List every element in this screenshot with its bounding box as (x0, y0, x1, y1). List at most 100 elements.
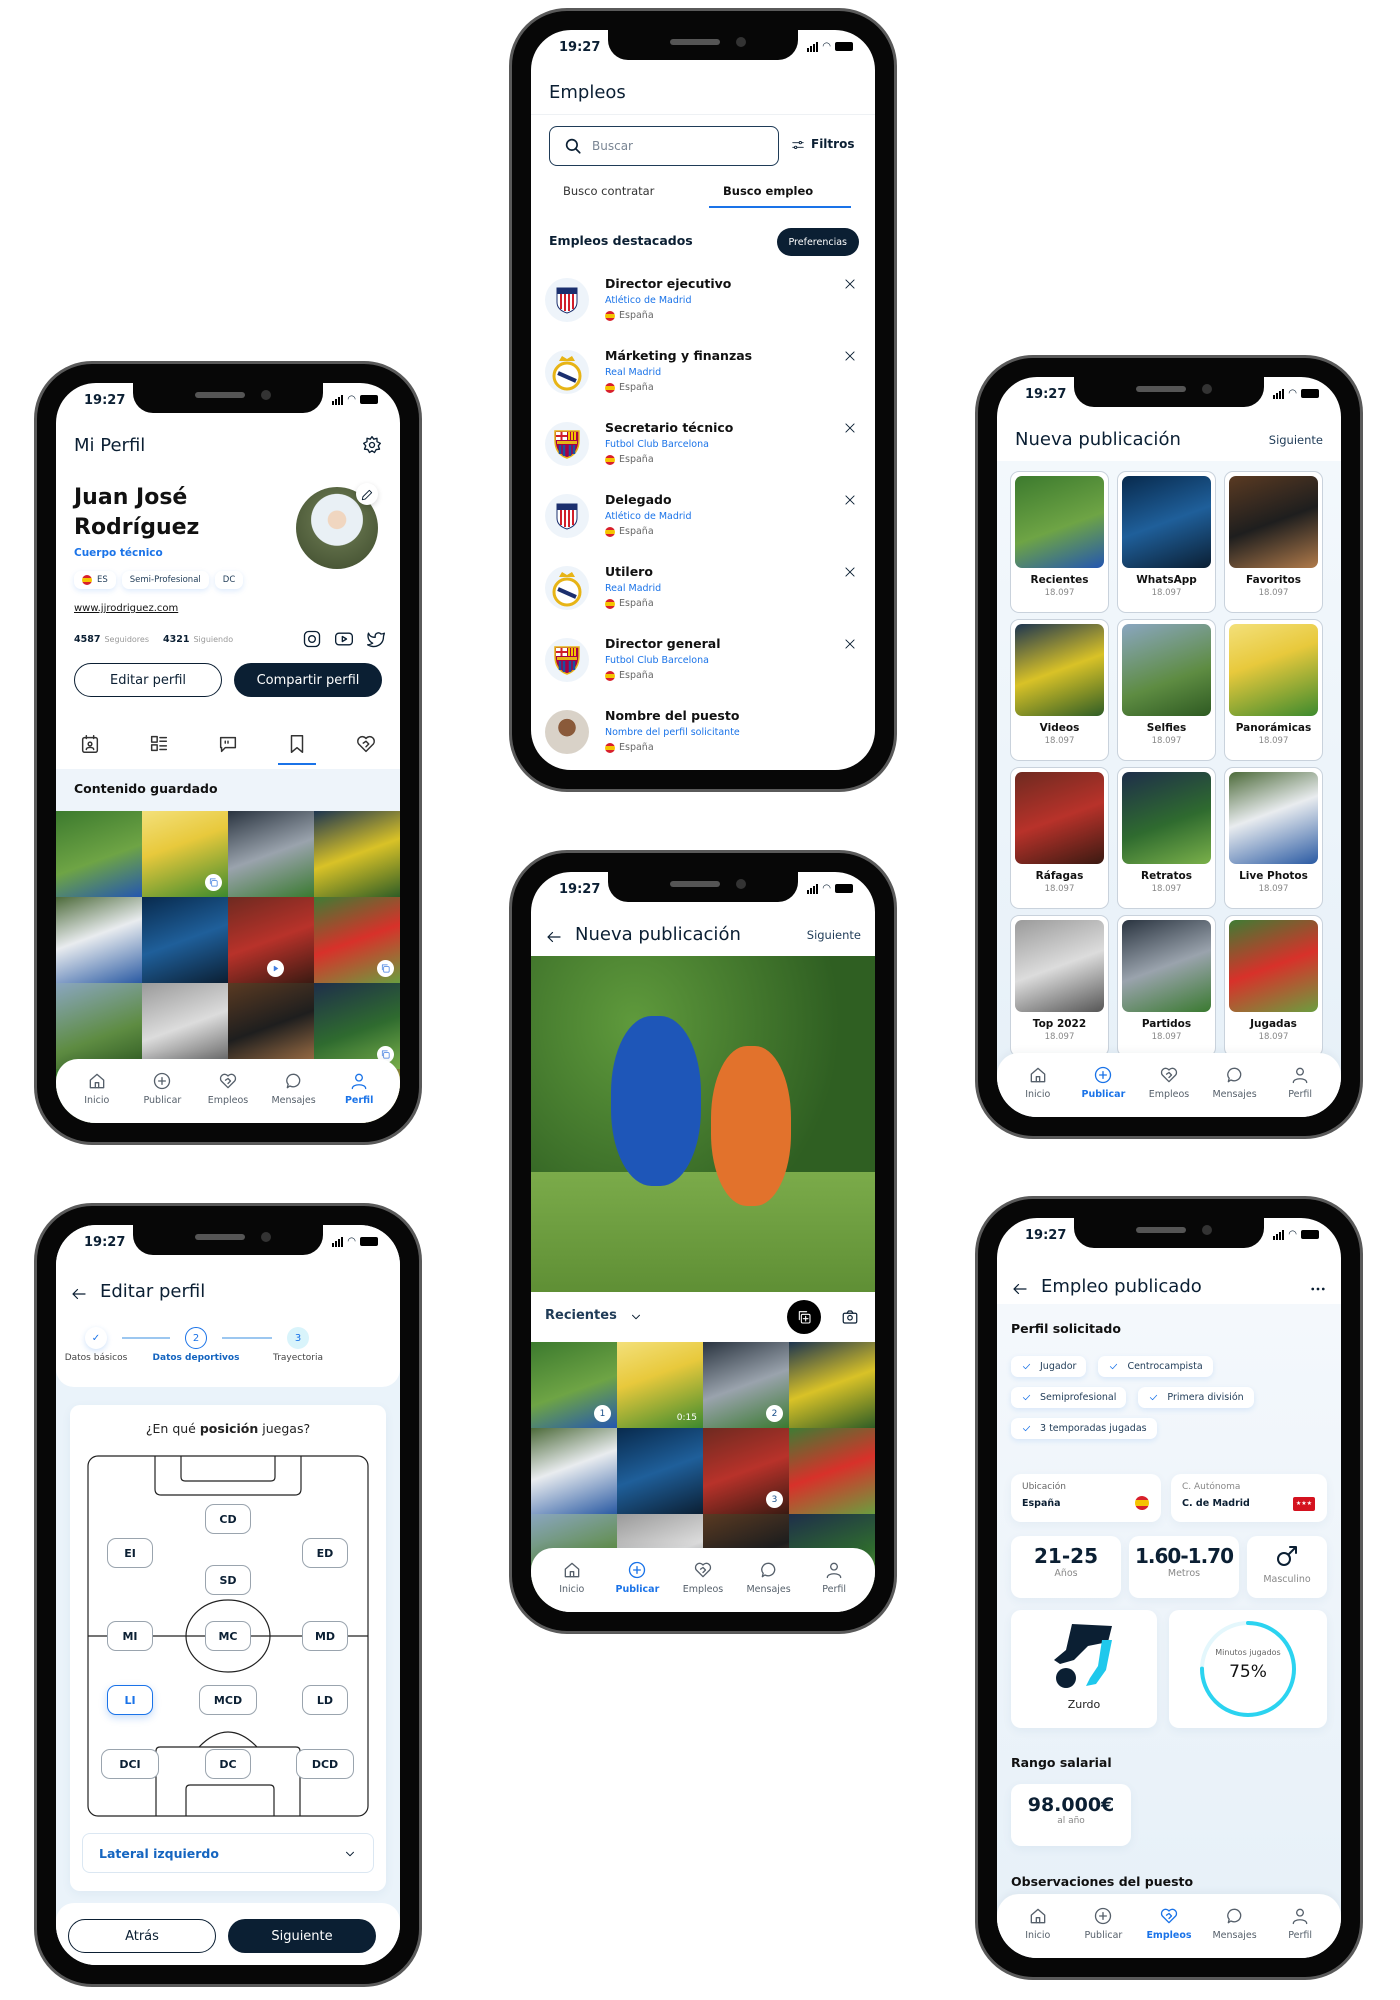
position-mc-button[interactable]: MC (205, 1621, 251, 1651)
next-button[interactable]: Siguiente (807, 928, 861, 942)
nav-item-perfil[interactable]: Perfil (1270, 1906, 1330, 1941)
tab-busco-contratar[interactable]: Busco contratar (563, 184, 654, 198)
edit-profile-button[interactable]: Editar perfil (74, 663, 222, 697)
tab-busco-empleo[interactable]: Busco empleo (723, 184, 813, 198)
nav-item-publicar[interactable]: Publicar (132, 1071, 192, 1106)
job-club[interactable]: Real Madrid (605, 367, 661, 378)
position-mcd-button[interactable]: MCD (199, 1685, 257, 1715)
close-icon[interactable] (843, 348, 857, 362)
gear-icon[interactable] (362, 435, 382, 455)
followers-label[interactable]: Seguidores (104, 635, 149, 644)
gallery-item[interactable] (789, 1428, 875, 1514)
job-club[interactable]: Atlético de Madrid (605, 295, 691, 306)
album-card[interactable]: Live Photos 18.097 (1224, 767, 1323, 909)
back-arrow-icon[interactable] (1011, 1280, 1029, 1298)
nav-item-empleos[interactable]: Empleos (673, 1560, 733, 1595)
nav-item-perfil[interactable]: Perfil (329, 1071, 389, 1106)
search-input[interactable]: Buscar (549, 126, 779, 166)
saved-item[interactable] (142, 811, 228, 897)
album-card[interactable]: Ráfagas 18.097 (1010, 767, 1109, 909)
preferences-button[interactable]: Preferencias (776, 228, 859, 256)
camera-icon[interactable] (841, 1308, 859, 1326)
youtube-icon[interactable] (334, 629, 354, 649)
job-club[interactable]: Futbol Club Barcelona (605, 655, 709, 666)
nav-item-inicio[interactable]: Inicio (542, 1560, 602, 1595)
share-profile-button[interactable]: Compartir perfil (234, 663, 382, 697)
job-list-item[interactable]: Director general Futbol Club Barcelona Esp… (531, 634, 875, 706)
close-icon[interactable] (843, 636, 857, 650)
saved-item[interactable] (56, 897, 142, 983)
following-label[interactable]: Siguiendo (193, 635, 233, 644)
position-sd-button[interactable]: SD (205, 1565, 251, 1595)
edit-avatar-icon[interactable] (356, 483, 378, 505)
album-card[interactable]: Selfies 18.097 (1117, 619, 1216, 761)
job-list-item[interactable]: Nombre del puesto Nombre del perfil solic… (531, 706, 875, 770)
gallery-item[interactable]: 1 (531, 1342, 617, 1428)
back-button[interactable]: Atrás (68, 1919, 216, 1953)
position-select[interactable]: Lateral izquierdo (82, 1833, 374, 1873)
step-indicator-current[interactable]: 2 (185, 1327, 207, 1349)
position-mi-button[interactable]: MI (107, 1621, 153, 1651)
close-icon[interactable] (843, 276, 857, 290)
saved-item[interactable] (142, 897, 228, 983)
saved-item[interactable] (56, 983, 142, 1069)
website-link[interactable]: www.jjrodriguez.com (74, 603, 178, 614)
gallery-item[interactable]: 2 (703, 1342, 789, 1428)
nav-item-mensajes[interactable]: Mensajes (1205, 1065, 1265, 1100)
position-dc-button[interactable]: DC (205, 1749, 251, 1779)
position-ed-button[interactable]: ED (302, 1538, 348, 1568)
album-card[interactable]: Retratos 18.097 (1117, 767, 1216, 909)
next-button[interactable]: Siguiente (228, 1919, 376, 1953)
next-button[interactable]: Siguiente (1269, 433, 1323, 447)
nav-item-inicio[interactable]: Inicio (1008, 1906, 1068, 1941)
step-indicator-done[interactable]: ✓ (85, 1327, 107, 1349)
album-card[interactable]: Recientes 18.097 (1010, 471, 1109, 613)
position-ei-button[interactable]: EI (107, 1538, 153, 1568)
twitter-icon[interactable] (366, 629, 386, 649)
nav-item-mensajes[interactable]: Mensajes (264, 1071, 324, 1106)
nav-item-publicar[interactable]: Publicar (1073, 1065, 1133, 1100)
saved-item[interactable] (142, 983, 228, 1069)
multi-select-icon[interactable] (787, 1300, 821, 1334)
job-club[interactable]: Nombre del perfil solicitante (605, 727, 740, 738)
nav-item-empleos[interactable]: Empleos (198, 1071, 258, 1106)
instagram-icon[interactable] (302, 629, 322, 649)
job-list-item[interactable]: Márketing y finanzas Real Madrid España (531, 346, 875, 418)
gallery-item[interactable] (617, 1428, 703, 1514)
position-li-button[interactable]: LI (107, 1685, 153, 1715)
nav-item-inicio[interactable]: Inicio (1008, 1065, 1068, 1100)
album-card[interactable]: Panorámicas 18.097 (1224, 619, 1323, 761)
profile-tab-calendar-user[interactable] (70, 733, 110, 765)
job-list-item[interactable]: Secretario técnico Futbol Club Barcelona E… (531, 418, 875, 490)
gallery-item[interactable]: 3 (703, 1428, 789, 1514)
album-selector[interactable]: Recientes (545, 1308, 643, 1323)
gallery-item[interactable] (789, 1342, 875, 1428)
position-dcd-button[interactable]: DCD (296, 1749, 354, 1779)
more-options-icon[interactable] (1309, 1280, 1327, 1298)
profile-tab-bookmark[interactable] (277, 733, 317, 765)
saved-item[interactable] (228, 811, 314, 897)
step-indicator-todo[interactable]: 3 (287, 1327, 309, 1349)
saved-item[interactable] (314, 983, 400, 1069)
position-dci-button[interactable]: DCI (101, 1749, 159, 1779)
job-club[interactable]: Futbol Club Barcelona (605, 439, 709, 450)
saved-item[interactable] (314, 811, 400, 897)
job-list-item[interactable]: Director ejecutivo Atlético de Madrid Espa… (531, 274, 875, 346)
album-card[interactable]: Favoritos 18.097 (1224, 471, 1323, 613)
profile-tab-handshake[interactable] (346, 733, 386, 765)
album-card[interactable]: Videos 18.097 (1010, 619, 1109, 761)
nav-item-publicar[interactable]: Publicar (1073, 1906, 1133, 1941)
nav-item-perfil[interactable]: Perfil (804, 1560, 864, 1595)
profile-tab-quote[interactable] (208, 733, 248, 765)
saved-item[interactable] (314, 897, 400, 983)
selected-photo-preview[interactable] (531, 956, 875, 1292)
album-card[interactable]: Partidos 18.097 (1117, 915, 1216, 1057)
album-card[interactable]: Jugadas 18.097 (1224, 915, 1323, 1057)
position-ld-button[interactable]: LD (302, 1685, 348, 1715)
job-club[interactable]: Atlético de Madrid (605, 511, 691, 522)
filters-button[interactable]: Filtros (791, 137, 854, 151)
nav-item-empleos[interactable]: Empleos (1139, 1906, 1199, 1941)
nav-item-publicar[interactable]: Publicar (607, 1560, 667, 1595)
nav-item-mensajes[interactable]: Mensajes (1205, 1906, 1265, 1941)
job-list-item[interactable]: Delegado Atlético de Madrid España (531, 490, 875, 562)
